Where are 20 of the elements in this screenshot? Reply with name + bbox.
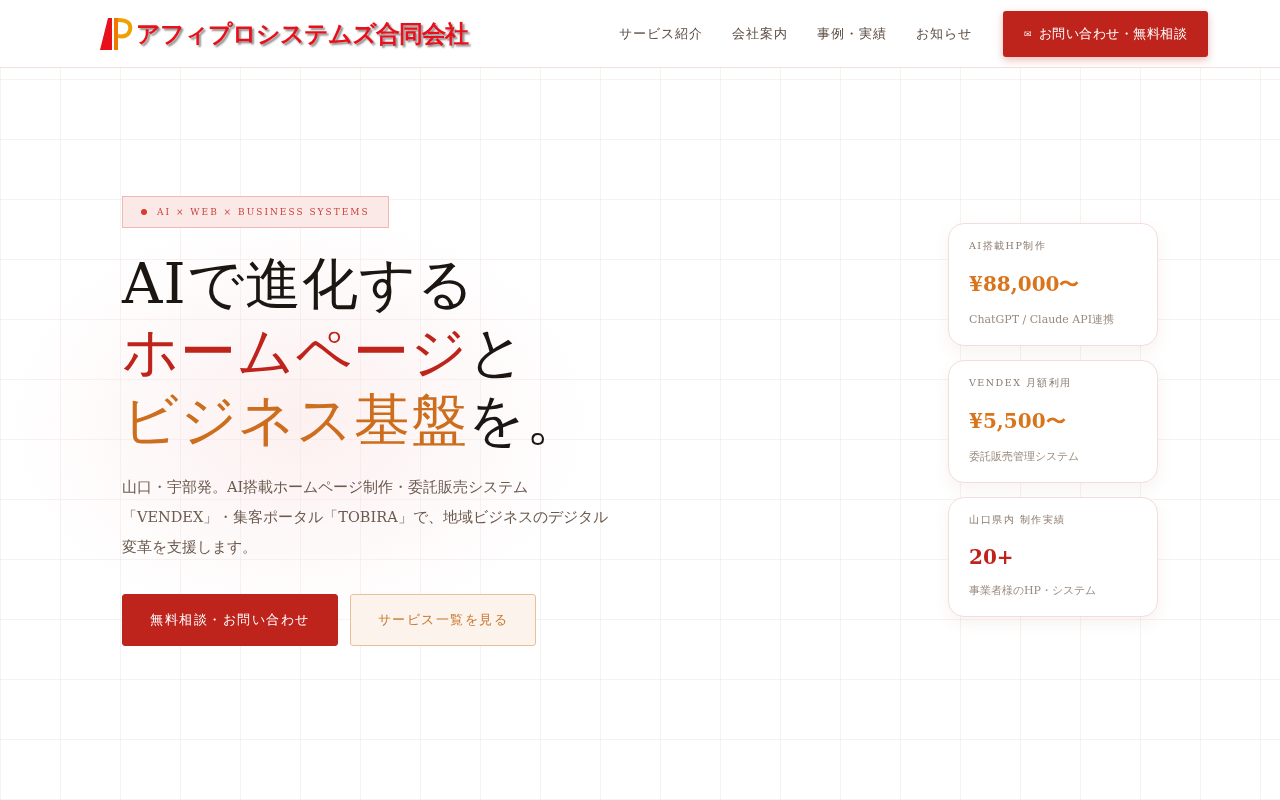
contact-button[interactable]: ✉ お問い合わせ・無料相談 (1003, 10, 1208, 57)
stat-value: ¥88,000〜 (969, 271, 1081, 298)
nav-link[interactable]: 会社案内 (732, 24, 788, 43)
consult-button[interactable]: 無料相談・お問い合わせ (122, 594, 338, 646)
stat-label: 山口県内 制作実績 (969, 514, 1067, 527)
logo-icon (98, 15, 134, 52)
stat-label: VENDEX 月額利用 (969, 377, 1073, 390)
hero-headline: AIで進化する ホームページ と ビジネス基盤を。 (122, 250, 584, 454)
company-logo[interactable]: アフィプロシステムズ合同会社 (136, 17, 468, 50)
stat-value: ¥5,500〜 (969, 408, 1067, 435)
stat-label: AI搭載HP制作 (969, 240, 1048, 253)
hero-description: 山口・宇部発。AI搭載ホームページ制作・委託販売システム「VENDEX」・集客ポータル「TOBIRA」で、地域ビジネスのデジタル変革を支援します。 (122, 478, 609, 557)
nav-link[interactable]: お知らせ (916, 24, 972, 43)
tagline-text: AI × WEB × BUSINESS SYSTEMS (157, 207, 370, 217)
nav-link[interactable]: 事例・実績 (817, 24, 887, 43)
stat-value: 20+ (969, 545, 1015, 569)
stat-note: ChatGPT / Claude API連携 (969, 312, 1116, 327)
stat-note: 事業者様のHP・システム (969, 583, 1097, 598)
nav-link[interactable]: サービス紹介 (619, 24, 703, 43)
stat-note: 委託販売管理システム (969, 449, 1080, 464)
